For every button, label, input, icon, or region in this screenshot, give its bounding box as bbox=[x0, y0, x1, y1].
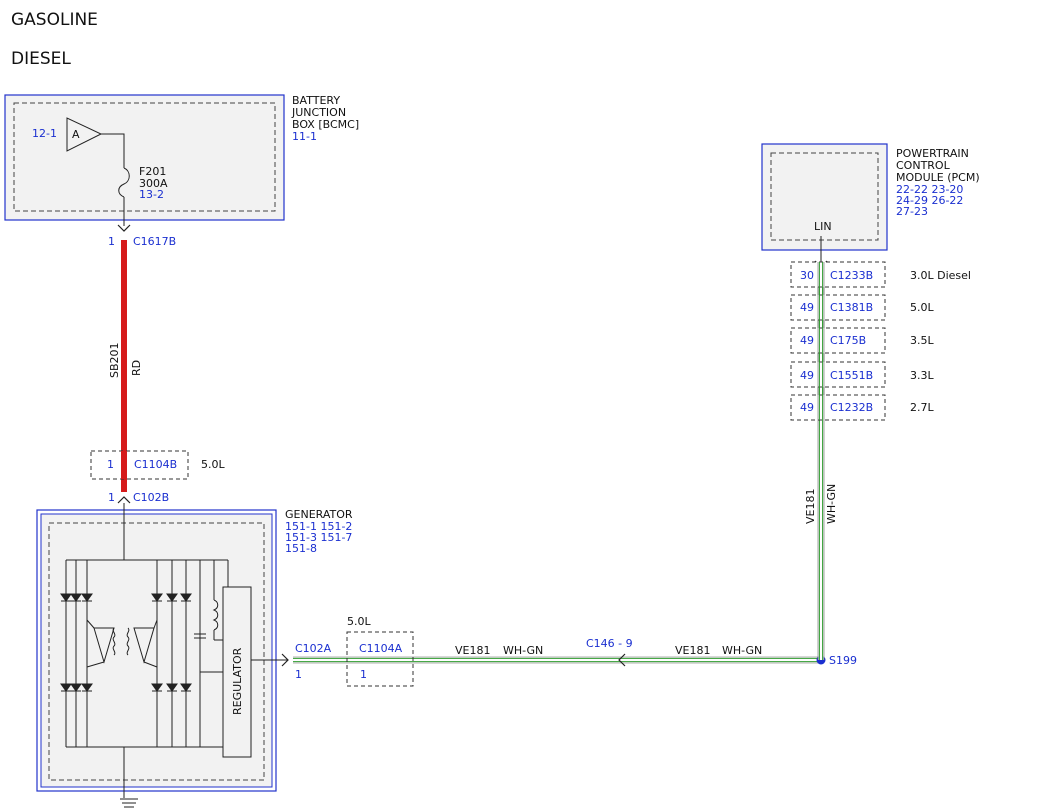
c1617b-label[interactable]: C1617B bbox=[133, 235, 176, 248]
pcm-connector-pin: 49 bbox=[800, 401, 814, 414]
c1104a-pin: 1 bbox=[360, 668, 367, 681]
pcm-pin-label: LIN bbox=[814, 220, 832, 233]
pcm-connector-variant: 3.5L bbox=[910, 334, 934, 347]
c146-label[interactable]: C146 - 9 bbox=[586, 637, 633, 650]
source-letter: A bbox=[72, 128, 80, 141]
lin-circuit-label-2: VE181 bbox=[675, 644, 710, 657]
pcm-connector-name: C1233B bbox=[830, 269, 873, 282]
lin-color-label-1: WH-GN bbox=[503, 644, 543, 657]
pcm-connector-variant: 2.7L bbox=[910, 401, 934, 414]
pcm-connector-name: C1381B bbox=[830, 301, 873, 314]
pcm-connector-2[interactable]: 49 C175B 3.5L bbox=[790, 327, 934, 354]
pcm-connector-pin: 49 bbox=[800, 369, 814, 382]
pcm-connector-pin: 49 bbox=[800, 334, 814, 347]
battery-junction-box[interactable] bbox=[4, 94, 285, 221]
pcm-connector-1[interactable]: 49 C1381B 5.0L bbox=[790, 294, 934, 321]
pcm-connector-variant: 3.0L Diesel bbox=[910, 269, 971, 282]
pcm-connector-3[interactable]: 49 C1551B 3.3L bbox=[790, 361, 934, 388]
c102b-label[interactable]: C102B bbox=[133, 491, 169, 504]
c102b-pin: 1 bbox=[108, 491, 115, 504]
c1104b-variant: 5.0L bbox=[201, 458, 225, 471]
c1104a-label: C1104A bbox=[359, 642, 403, 655]
power-circuit-label: SB201 bbox=[108, 342, 121, 378]
pcm-connector-4[interactable]: 49 C1232B 2.7L bbox=[790, 394, 934, 421]
pcm-connector-variant: 3.3L bbox=[910, 369, 934, 382]
generator-ref-3[interactable]: 151-8 bbox=[285, 542, 317, 555]
pcm-connector-name: C1551B bbox=[830, 369, 873, 382]
power-color-label: RD bbox=[130, 360, 143, 376]
c1617b-pin: 1 bbox=[108, 235, 115, 248]
header-gasoline: GASOLINE bbox=[11, 10, 98, 30]
battery-box-ref[interactable]: 11-1 bbox=[292, 130, 317, 143]
vertical-circuit-label: VE181 bbox=[804, 489, 817, 524]
lin-wire-horizontal[interactable] bbox=[293, 656, 820, 664]
lin-color-label-2: WH-GN bbox=[722, 644, 762, 657]
c102a-label[interactable]: C102A bbox=[295, 642, 332, 655]
pcm-connector-pin: 49 bbox=[800, 301, 814, 314]
pcm-box[interactable] bbox=[761, 143, 888, 251]
wiring-diagram: GASOLINE DIESEL BATTERY JUNCTION BOX [BC… bbox=[4, 10, 980, 808]
pcm-connector-pin: 30 bbox=[800, 269, 814, 282]
splice-label[interactable]: S199 bbox=[829, 654, 857, 667]
lin-circuit-label-1: VE181 bbox=[455, 644, 490, 657]
vertical-color-label: WH-GN bbox=[825, 484, 838, 524]
pcm-connector-name: C175B bbox=[830, 334, 866, 347]
c102a-pin: 1 bbox=[295, 668, 302, 681]
pcm-connector-name: C1232B bbox=[830, 401, 873, 414]
c1104b-pin: 1 bbox=[107, 458, 114, 471]
source-ref[interactable]: 12-1 bbox=[32, 127, 57, 140]
regulator-label: REGULATOR bbox=[231, 647, 244, 715]
pcm-ref-3[interactable]: 27-23 bbox=[896, 205, 928, 218]
header-diesel: DIESEL bbox=[11, 49, 71, 69]
fuse-ref[interactable]: 13-2 bbox=[139, 188, 164, 201]
connector-c102b-icon bbox=[117, 496, 131, 504]
c1104b-label: C1104B bbox=[134, 458, 177, 471]
pcm-connector-variant: 5.0L bbox=[910, 301, 934, 314]
c1104a-variant: 5.0L bbox=[347, 615, 371, 628]
